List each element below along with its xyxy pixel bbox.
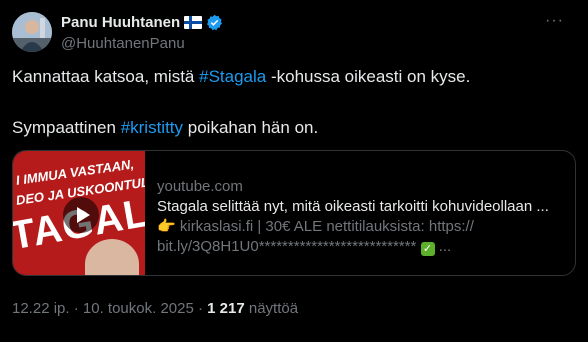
card-desc-ellipsis: ... <box>434 238 452 255</box>
pointing-hand-icon: 👉 <box>157 218 176 235</box>
check-mark-icon: ✓ <box>420 242 435 256</box>
views-label: näyttöä <box>244 300 299 317</box>
verified-badge-icon[interactable] <box>206 14 223 31</box>
avatar[interactable] <box>12 12 52 52</box>
link-card[interactable]: I IMMUA VASTAAN, DEO JA USKOONTULO! TAGA… <box>12 150 576 276</box>
tweet-line-2: Sympaattinen #kristitty poikahan hän on. <box>12 117 572 139</box>
thumbnail-person <box>85 239 139 275</box>
views-count: 1 217 <box>207 300 245 317</box>
card-info: youtube.com Stagala selittää nyt, mitä o… <box>157 177 567 257</box>
tweet-line-1: Kannattaa katsoa, mistä #Stagala -kohuss… <box>12 66 572 88</box>
video-thumbnail[interactable]: I IMMUA VASTAAN, DEO JA USKOONTULO! TAGA… <box>13 151 145 275</box>
card-desc-line2: bit.ly/3Q8H1U0**************************… <box>157 238 421 255</box>
hashtag-stagala[interactable]: #Stagala <box>199 67 266 86</box>
tweet-text: Sympaattinen <box>12 118 121 137</box>
tweet-text: poikahan hän on. <box>183 118 319 137</box>
meta-separator: · <box>193 300 208 317</box>
meta-separator: · <box>69 300 83 317</box>
card-domain: youtube.com <box>157 178 243 195</box>
tweet-text: -kohussa oikeasti on kyse. <box>266 67 471 86</box>
tweet-meta: 12.22 ip. · 10. toukok. 2025 · 1 217 näy… <box>12 300 298 317</box>
finland-flag-icon <box>184 16 203 29</box>
card-desc-line1: kirkaslasi.fi | 30€ ALE nettitilauksista… <box>175 218 474 235</box>
hashtag-kristitty[interactable]: #kristitty <box>121 118 183 137</box>
tweet-date[interactable]: 10. toukok. 2025 <box>83 300 194 317</box>
play-icon[interactable] <box>63 197 99 233</box>
author-name[interactable]: Panu Huuhtanen <box>61 14 180 31</box>
card-description: 👉 kirkaslasi.fi | 30€ ALE nettitilauksis… <box>157 217 567 257</box>
tweet-time[interactable]: 12.22 ip. <box>12 300 70 317</box>
more-icon[interactable]: ··· <box>545 12 564 30</box>
tweet-text: Kannattaa katsoa, mistä <box>12 67 200 86</box>
author-handle[interactable]: @HuuhtanenPanu <box>61 35 185 52</box>
author-row: Panu Huuhtanen <box>61 14 223 31</box>
card-title: Stagala selittää nyt, mitä oikeasti tark… <box>157 198 549 215</box>
